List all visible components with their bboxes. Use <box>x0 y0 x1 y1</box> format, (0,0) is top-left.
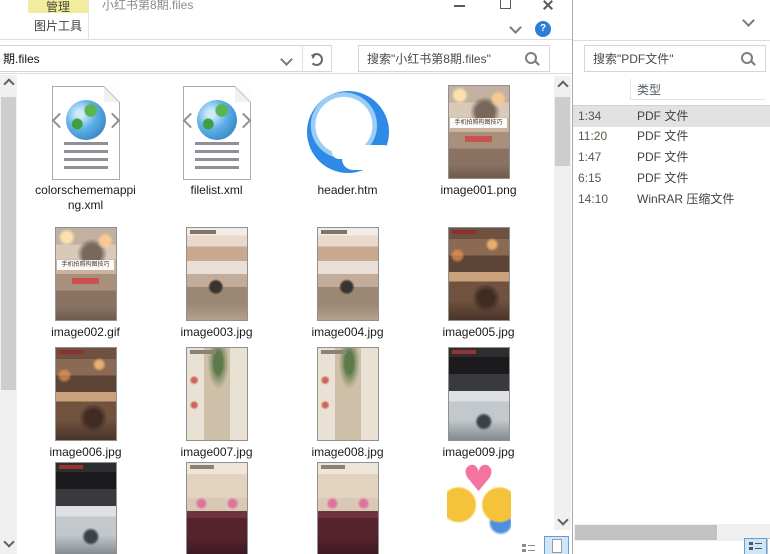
file-label: image004.jpg <box>311 325 383 340</box>
file-label: header.htm <box>317 183 377 198</box>
file-time: 14:10 <box>578 189 608 210</box>
search-icon[interactable] <box>741 52 753 64</box>
file-row[interactable]: 1:34 PDF 文件 <box>573 105 770 127</box>
file-item[interactable]: header.htm <box>282 84 413 198</box>
browser-file-icon <box>282 84 413 180</box>
globe-icon <box>66 100 106 140</box>
thumbnail-overlay-text: 手机拍照构图技巧 <box>57 260 115 270</box>
file-type: WinRAR 压缩文件 <box>637 189 734 210</box>
xml-file-icon <box>20 84 151 180</box>
horizontal-scrollbar[interactable] <box>574 524 770 541</box>
file-item[interactable]: ♥ <box>413 461 544 554</box>
photo-thumbnail: 手机拍照构图技巧 <box>20 226 151 322</box>
file-item[interactable]: image003.jpg <box>151 226 282 340</box>
file-item[interactable]: image009.jpg <box>413 346 544 460</box>
file-item[interactable]: colorschememapping.xml <box>20 84 151 213</box>
file-item[interactable]: 手机拍照构图技巧 image002.gif <box>20 226 151 340</box>
photo-thumbnail <box>413 346 544 442</box>
file-label: filelist.xml <box>190 183 242 198</box>
photo-thumbnail <box>151 461 282 554</box>
photo-thumbnail: 手机拍照构图技巧 <box>413 84 544 180</box>
file-item[interactable] <box>20 461 151 554</box>
file-label: image003.jpg <box>180 325 252 340</box>
file-label: image002.gif <box>51 325 120 340</box>
heart-icon: ♥ <box>462 459 494 500</box>
file-item[interactable]: 手机拍照构图技巧 image001.png <box>413 84 544 198</box>
file-label: image008.jpg <box>311 445 383 460</box>
column-header-type[interactable]: 类型 <box>637 81 661 98</box>
photo-thumbnail <box>20 461 151 554</box>
photo-thumbnail <box>151 226 282 322</box>
scrollbar-thumb[interactable] <box>1 97 16 390</box>
right-explorer-window: 搜索"PDF文件" 类型 1:34 PDF 文件 11:20 PDF 文件 1:47 PD… <box>572 0 770 554</box>
file-row[interactable]: 1:47 PDF 文件 <box>573 147 770 168</box>
photo-thumbnail <box>20 346 151 442</box>
thumbnail-view-icon <box>552 539 562 553</box>
qq-browser-icon <box>307 91 389 173</box>
scroll-up-icon[interactable] <box>557 80 568 91</box>
globe-icon <box>197 100 237 140</box>
column-divider <box>630 79 631 100</box>
file-label: image007.jpg <box>180 445 252 460</box>
file-label: image006.jpg <box>49 445 121 460</box>
file-type: PDF 文件 <box>637 126 688 147</box>
thumbnail-view-button[interactable] <box>544 536 569 554</box>
file-item[interactable] <box>282 461 413 554</box>
explorer-windows: 管理 图片工具 小红书第8期.files ? 期.files 搜索"小红书第8期… <box>0 0 770 554</box>
file-type: PDF 文件 <box>637 168 688 189</box>
search-input[interactable]: 搜索"PDF文件" <box>584 45 766 72</box>
file-item[interactable]: image007.jpg <box>151 346 282 460</box>
photo-thumbnail <box>151 346 282 442</box>
scroll-up-icon[interactable] <box>3 78 14 89</box>
file-row[interactable]: 11:20 PDF 文件 <box>573 126 770 147</box>
file-label: image001.png <box>440 183 516 198</box>
background-window-scrollbar[interactable] <box>0 75 17 554</box>
emoji-thumbnail: ♥ <box>413 461 544 554</box>
file-type: PDF 文件 <box>637 106 688 127</box>
scroll-down-icon[interactable] <box>557 514 568 525</box>
chevron-down-icon <box>742 14 755 27</box>
file-time: 1:34 <box>578 106 601 127</box>
file-label: image009.jpg <box>442 445 514 460</box>
photo-thumbnail <box>413 226 544 322</box>
photo-thumbnail <box>282 346 413 442</box>
details-view-button[interactable] <box>744 538 767 554</box>
ribbon-collapse-button[interactable] <box>744 16 753 25</box>
details-view-icon <box>749 542 762 551</box>
photo-thumbnail <box>282 461 413 554</box>
column-underline <box>631 99 765 100</box>
file-row[interactable]: 6:15 PDF 文件 <box>573 168 770 189</box>
file-item[interactable]: filelist.xml <box>151 84 282 198</box>
scrollbar-thumb[interactable] <box>555 97 570 166</box>
file-time: 6:15 <box>578 168 601 189</box>
details-view-button[interactable] <box>522 544 535 553</box>
file-item[interactable] <box>151 461 282 554</box>
file-time: 1:47 <box>578 147 601 168</box>
file-item[interactable]: image004.jpg <box>282 226 413 340</box>
file-item[interactable]: image006.jpg <box>20 346 151 460</box>
main-scrollbar[interactable] <box>554 76 571 530</box>
file-item[interactable]: image008.jpg <box>282 346 413 460</box>
file-grid: colorschememapping.xml filelist.xml header… <box>20 0 554 554</box>
file-row[interactable]: 14:10 WinRAR 压缩文件 <box>573 189 770 210</box>
thumbnail-overlay-text: 手机拍照构图技巧 <box>450 118 508 128</box>
scrollbar-thumb[interactable] <box>575 525 717 540</box>
xml-file-icon <box>151 84 282 180</box>
scroll-down-icon[interactable] <box>3 536 14 547</box>
photo-thumbnail <box>282 226 413 322</box>
toolbar-divider <box>573 40 770 41</box>
file-label: image005.jpg <box>442 325 514 340</box>
file-time: 11:20 <box>578 126 607 147</box>
file-type: PDF 文件 <box>637 147 688 168</box>
search-placeholder: 搜索"PDF文件" <box>593 50 674 67</box>
file-item[interactable]: image005.jpg <box>413 226 544 340</box>
file-label: colorschememapping.xml <box>33 183 139 213</box>
